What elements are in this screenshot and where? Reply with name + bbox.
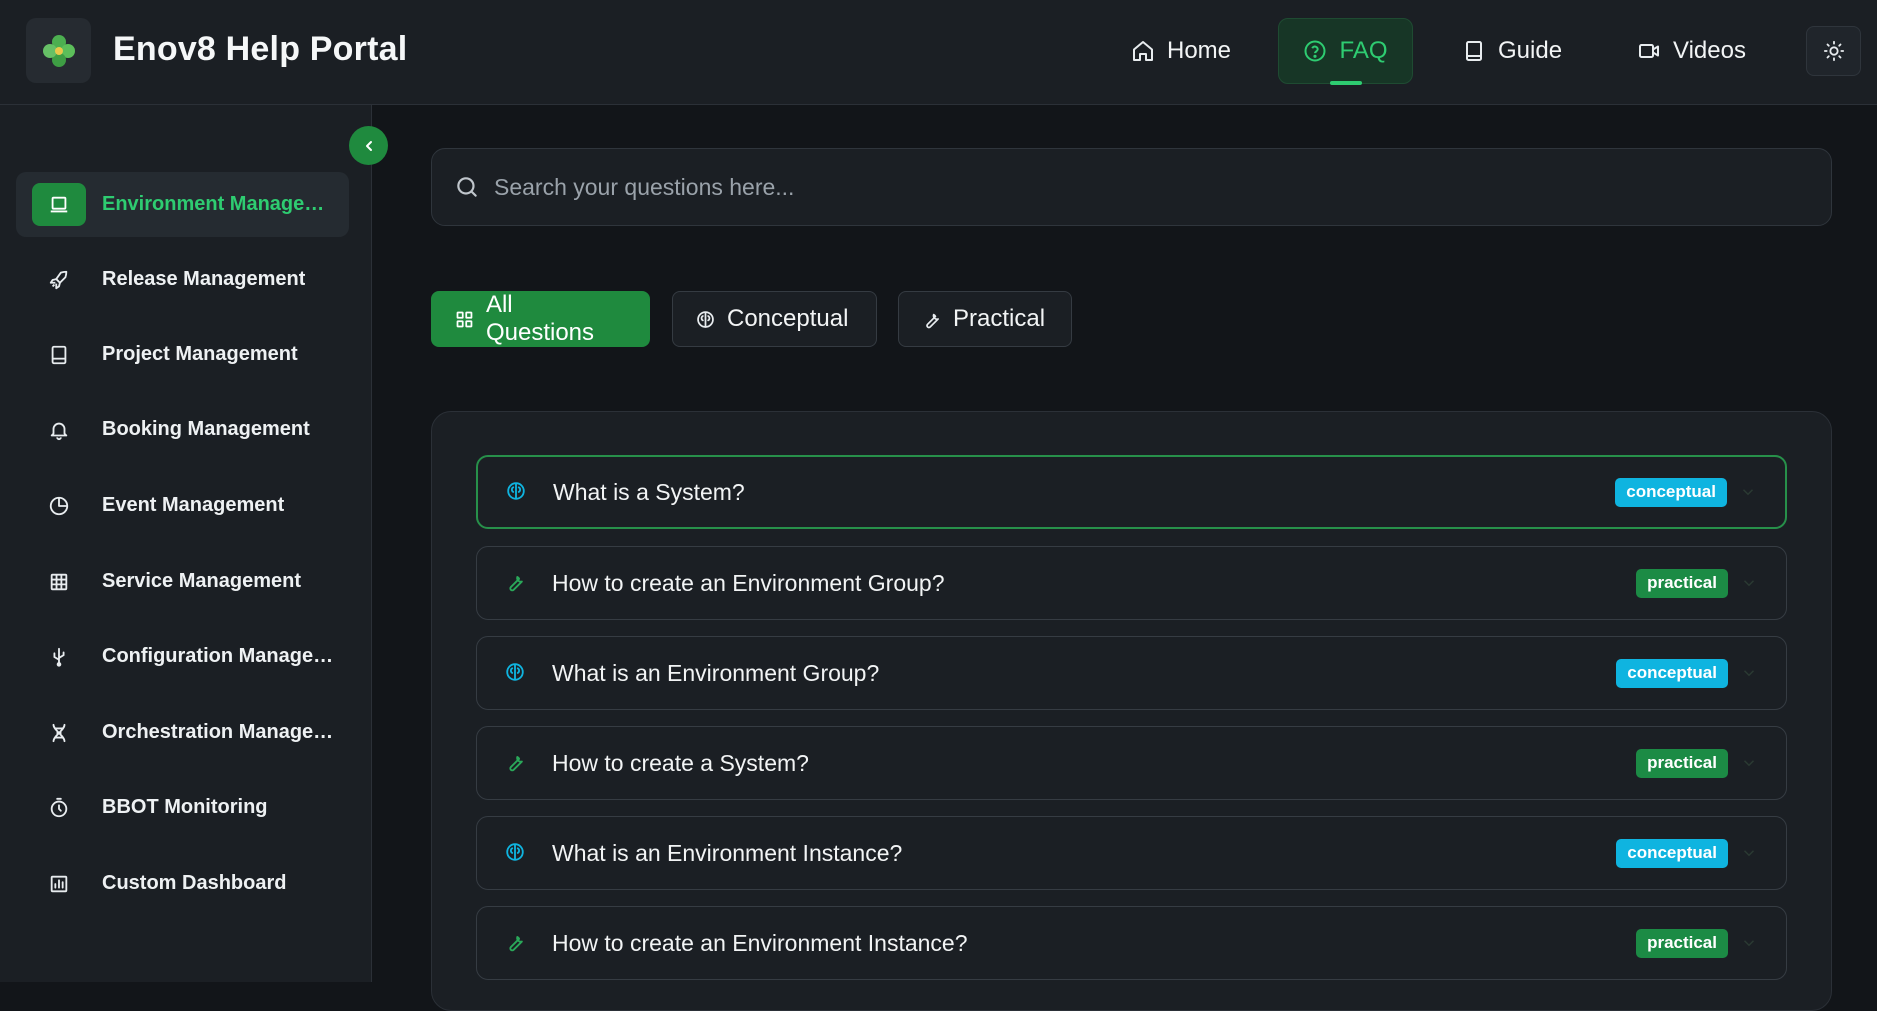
sidebar-item-label: BBOT Monitoring: [102, 796, 268, 818]
faq-question-row[interactable]: What is an Environment Instance? concept…: [476, 816, 1787, 890]
faq-question-row[interactable]: What is a System? conceptual: [476, 455, 1787, 529]
chevron-down-icon: [1739, 483, 1757, 501]
sidebar-collapse-button[interactable]: [349, 126, 388, 165]
question-type-badge: conceptual: [1616, 658, 1728, 688]
question-text: What is an Environment Group?: [552, 659, 880, 686]
book-icon: [32, 333, 86, 376]
filter-label: All Questions: [485, 291, 595, 346]
nav-home[interactable]: Home: [1103, 18, 1259, 84]
sidebar-item-project-management[interactable]: Project Management: [16, 322, 349, 387]
faq-question-row[interactable]: How to create an Environment Instance? p…: [476, 906, 1787, 980]
sidebar-item-label: Event Management: [102, 494, 285, 516]
app-title: Enov8 Help Portal: [113, 30, 408, 68]
pie-chart-icon: [32, 484, 86, 527]
sidebar-item-configuration-management[interactable]: Configuration Management: [16, 624, 349, 689]
question-text: How to create an Environment Instance?: [552, 929, 968, 956]
filter-label: Practical: [953, 305, 1046, 332]
wrench-icon: [926, 313, 939, 328]
sun-icon: [1823, 40, 1844, 62]
sidebar-item-booking-management[interactable]: Booking Management: [16, 397, 349, 462]
sidebar-item-label: Booking Management: [102, 418, 310, 440]
brain-icon: [505, 480, 529, 504]
home-icon: [1133, 41, 1153, 61]
faq-question-row[interactable]: How to create a System? practical: [476, 726, 1787, 800]
nav-guide-label: Guide: [1498, 37, 1563, 64]
wrench-icon: [504, 931, 528, 955]
sidebar-item-label: Environment Management: [102, 193, 337, 215]
dna-icon: [32, 711, 86, 754]
chevron-down-icon: [1740, 664, 1758, 682]
sidebar-item-custom-dashboard[interactable]: Custom Dashboard: [16, 851, 349, 916]
sidebar-item-bbot-monitoring[interactable]: BBOT Monitoring: [16, 775, 349, 840]
chevron-down-icon: [1740, 934, 1758, 952]
search-input[interactable]: [494, 157, 1831, 217]
grid-icon: [32, 560, 86, 603]
question-type-badge: conceptual: [1616, 838, 1728, 868]
sidebar-item-label: Configuration Management: [102, 645, 337, 667]
laptop-icon: [32, 183, 86, 226]
nav-home-label: Home: [1167, 37, 1232, 64]
nav-videos[interactable]: Videos: [1609, 18, 1774, 84]
logo[interactable]: [26, 18, 91, 83]
faq-question-row[interactable]: What is an Environment Group? conceptual: [476, 636, 1787, 710]
sidebar-item-orchestration-management[interactable]: Orchestration Management: [16, 700, 349, 765]
wrench-icon: [504, 751, 528, 775]
rocket-icon: [32, 258, 86, 301]
sidebar-item-label: Orchestration Management: [102, 721, 337, 743]
search-icon: [457, 177, 477, 197]
book-icon: [1466, 41, 1482, 61]
filter-all-questions[interactable]: All Questions: [431, 291, 650, 347]
brain-icon: [697, 310, 714, 328]
clover-logo-icon: [42, 34, 75, 67]
sidebar-item-label: Project Management: [102, 343, 298, 365]
sidebar-item-event-management[interactable]: Event Management: [16, 473, 349, 538]
chevron-left-icon: [365, 140, 372, 151]
chevron-down-icon: [1740, 754, 1758, 772]
bar-chart-icon: [32, 862, 86, 905]
chevron-down-icon: [1740, 844, 1758, 862]
sidebar-item-service-management[interactable]: Service Management: [16, 549, 349, 614]
question-type-badge: practical: [1636, 928, 1728, 958]
sidebar-item-environment-management[interactable]: Environment Management: [16, 172, 349, 237]
sidebar-item-release-management[interactable]: Release Management: [16, 247, 349, 312]
filter-conceptual[interactable]: Conceptual: [672, 291, 877, 347]
brain-icon: [504, 841, 528, 865]
question-text: What is an Environment Instance?: [552, 839, 903, 866]
active-nav-indicator: [1329, 81, 1362, 85]
theme-toggle-button[interactable]: [1806, 26, 1861, 76]
chevron-down-icon: [1740, 574, 1758, 592]
question-text: How to create an Environment Group?: [552, 569, 945, 596]
question-text: How to create a System?: [552, 749, 809, 776]
question-text: What is a System?: [553, 478, 745, 505]
video-icon: [1639, 44, 1659, 58]
help-circle-icon: [1304, 40, 1326, 62]
nav-faq[interactable]: FAQ: [1278, 18, 1413, 85]
timer-icon: [32, 786, 86, 829]
sidebar-item-label: Custom Dashboard: [102, 872, 287, 894]
grid-icon: [456, 311, 473, 327]
top-header: Enov8 Help Portal Home FAQ Guide Videos: [0, 0, 1877, 105]
usb-icon: [32, 635, 86, 678]
sidebar-item-label: Release Management: [102, 268, 306, 290]
nav-guide[interactable]: Guide: [1434, 18, 1590, 84]
question-type-badge: practical: [1636, 748, 1728, 778]
question-type-badge: practical: [1636, 568, 1728, 598]
bell-icon: [32, 408, 86, 451]
faq-question-row[interactable]: How to create an Environment Group? prac…: [476, 546, 1787, 620]
filter-label: Conceptual: [727, 305, 849, 332]
question-type-badge: conceptual: [1615, 477, 1727, 507]
brain-icon: [504, 661, 528, 685]
nav-videos-label: Videos: [1673, 37, 1746, 64]
nav-faq-label: FAQ: [1339, 37, 1388, 64]
wrench-icon: [504, 571, 528, 595]
search-bar: [431, 148, 1832, 226]
sidebar-item-label: Service Management: [102, 570, 301, 592]
filter-practical[interactable]: Practical: [898, 291, 1072, 347]
